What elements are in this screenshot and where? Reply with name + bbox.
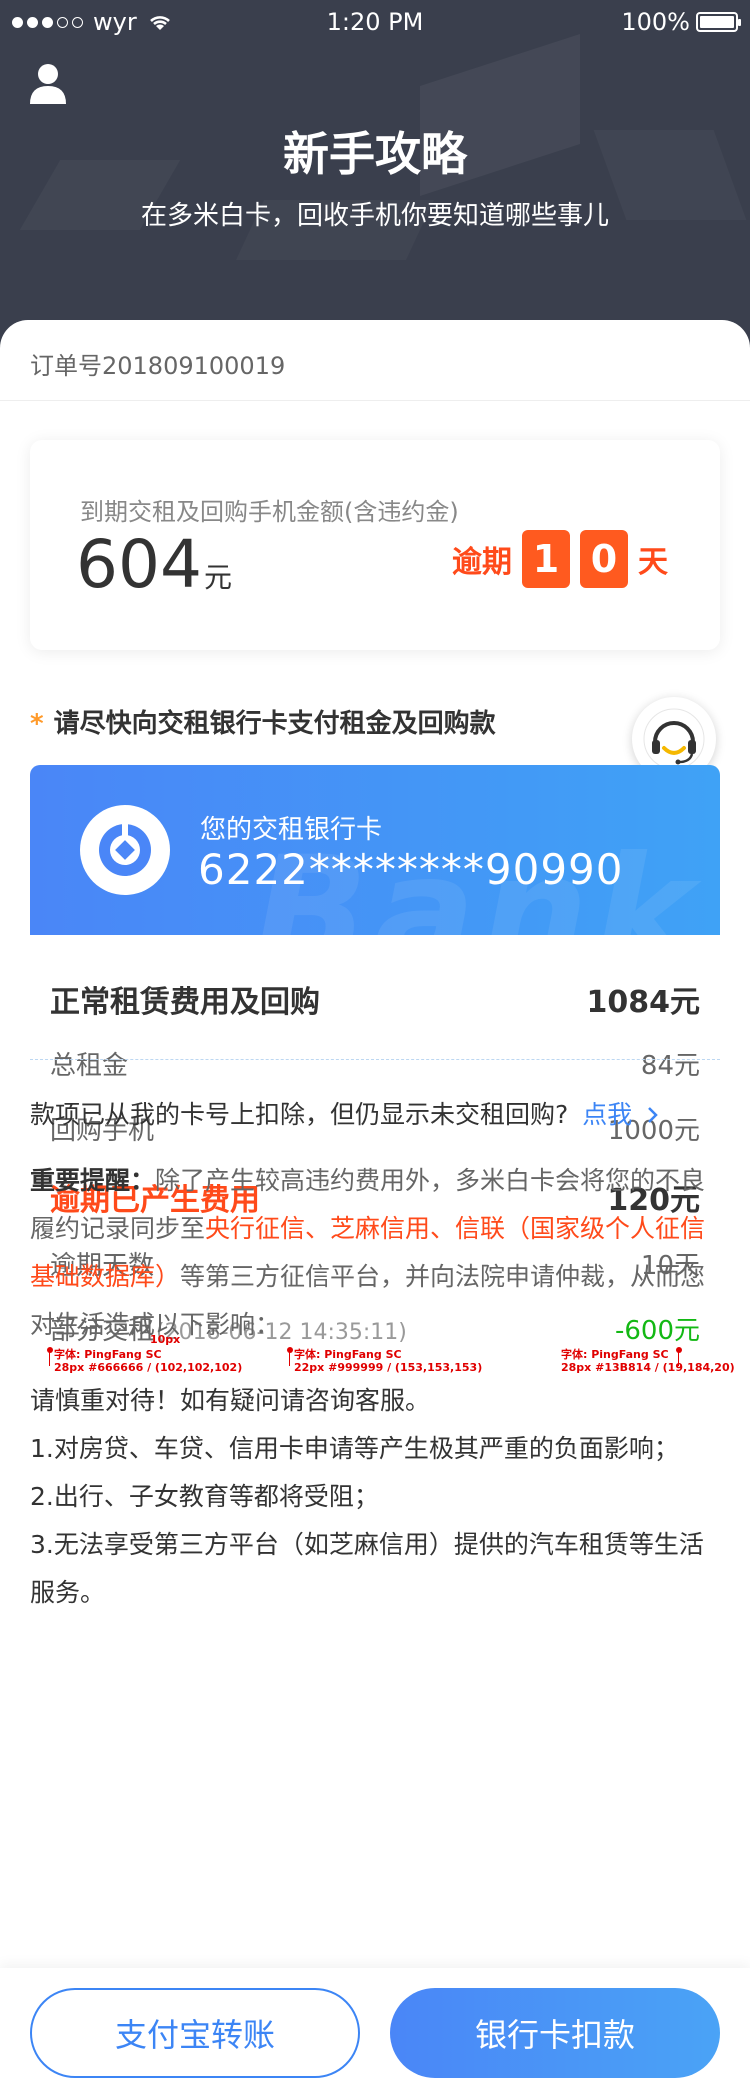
annotation-line xyxy=(49,1352,50,1366)
fee-row-normal: 正常租赁费用及回购 1084元 xyxy=(50,977,700,1021)
fee-row-rent: 总租金 84元 xyxy=(50,1045,700,1082)
consequence-list: 请慎重对待！如有疑问请咨询客服。 1.对房贷、车贷、信用卡申请等产生极其严重的负… xyxy=(30,1377,720,1617)
annotation-text: 字体: PingFang SC xyxy=(561,1348,669,1361)
deduct-text: 款项已从我的卡号上扣除，但仍显示未交租回购? xyxy=(30,1100,569,1129)
chevron-right-icon xyxy=(648,1107,659,1123)
due-amount-card: 到期交租及回购手机金额(含违约金) 604元 逾期 1 0 天 xyxy=(30,440,720,650)
overdue-digit: 1 xyxy=(522,530,570,588)
bank-card-deduct-button[interactable]: 银行卡扣款 xyxy=(390,1988,720,2078)
fee-label: 总租金 xyxy=(50,1051,129,1081)
spec-annotation: 字体: PingFang SC 28px #13B814 / (19,184,2… xyxy=(561,1348,735,1374)
payment-notice: * 请尽快向交租银行卡支付租金及回购款 xyxy=(30,703,496,740)
divider xyxy=(30,1059,720,1060)
fee-label: 正常租赁费用及回购 xyxy=(50,985,320,1020)
annotation-line xyxy=(289,1352,290,1366)
caution-text: 请慎重对待！如有疑问请咨询客服。 xyxy=(30,1386,431,1415)
annotation-text: 字体: PingFang SC xyxy=(294,1348,402,1361)
click-me-label: 点我 xyxy=(582,1100,633,1129)
battery-icon xyxy=(696,12,741,32)
important-reminder: 重要提醒：除了产生较高违约费用外，多米白卡会将您的不良履约记录同步至央行征信、芝… xyxy=(30,1157,720,1349)
page-subtitle: 在多米白卡，回收手机你要知道哪些事儿 xyxy=(140,201,609,231)
bank-card-number: 6222********90990 xyxy=(198,845,624,894)
battery-indicator: 100% xyxy=(621,8,741,36)
due-amount-value: 604 xyxy=(76,526,202,603)
order-number: 订单号201809100019 xyxy=(30,352,286,380)
bottom-action-bar: 支付宝转账 银行卡扣款 xyxy=(0,1968,750,2100)
annotation-text: 28px #666666 / (102,102,102) xyxy=(54,1361,243,1374)
fee-value: 1084元 xyxy=(586,985,701,1020)
overdue-prefix: 逾期 xyxy=(452,545,512,580)
status-bar: wyr 1:20 PM 100% xyxy=(0,0,750,44)
overdue-days-badge: 逾期 1 0 天 xyxy=(452,530,668,588)
annotation-text: 字体: PingFang SC xyxy=(54,1348,162,1361)
notice-text: 请尽快向交租银行卡支付租金及回购款 xyxy=(53,709,496,739)
overdue-suffix: 天 xyxy=(638,545,668,580)
list-item: 3.无法享受第三方平台（如芝麻信用）提供的汽车租赁等生活服务。 xyxy=(30,1530,704,1607)
due-label: 到期交租及回购手机金额(含违约金) xyxy=(80,498,459,526)
spec-annotation: 字体: PingFang SC 22px #999999 / (153,153,… xyxy=(294,1348,482,1374)
annotation-text: 28px #13B814 / (19,184,20) xyxy=(561,1361,735,1374)
spec-annotation: 字体: PingFang SC 28px #666666 / (102,102,… xyxy=(54,1348,242,1374)
battery-percent: 100% xyxy=(621,8,690,36)
overdue-digit: 0 xyxy=(580,530,628,588)
user-icon[interactable] xyxy=(28,62,68,106)
divider xyxy=(0,400,750,401)
notice-star: * xyxy=(30,709,44,739)
bank-card-label: 您的交租银行卡 xyxy=(200,815,383,845)
due-amount-unit: 元 xyxy=(203,561,232,594)
list-item: 1.对房贷、车贷、信用卡申请等产生极其严重的负面影响； xyxy=(30,1434,679,1463)
reminder-prefix: 重要提醒： xyxy=(30,1166,156,1195)
click-me-link[interactable]: 点我 xyxy=(582,1100,660,1129)
headset-icon xyxy=(643,708,705,770)
fee-value: 84元 xyxy=(640,1051,700,1081)
due-amount: 604元 xyxy=(76,526,232,603)
alipay-transfer-button[interactable]: 支付宝转账 xyxy=(30,1988,360,2078)
bank-card: Bank 您的交租银行卡 6222********90990 xyxy=(30,765,720,935)
bank-logo-icon xyxy=(80,805,170,895)
deduct-question: 款项已从我的卡号上扣除，但仍显示未交租回购? 点我 xyxy=(30,1095,720,1131)
list-item: 2.出行、子女教育等都将受阻； xyxy=(30,1482,379,1511)
header: wyr 1:20 PM 100% 新手攻略 在多米白卡，回收手机你要知道哪些事儿 xyxy=(0,0,750,360)
annotation-text: 22px #999999 / (153,153,153) xyxy=(294,1361,483,1374)
page-title: 新手攻略 xyxy=(283,127,467,181)
